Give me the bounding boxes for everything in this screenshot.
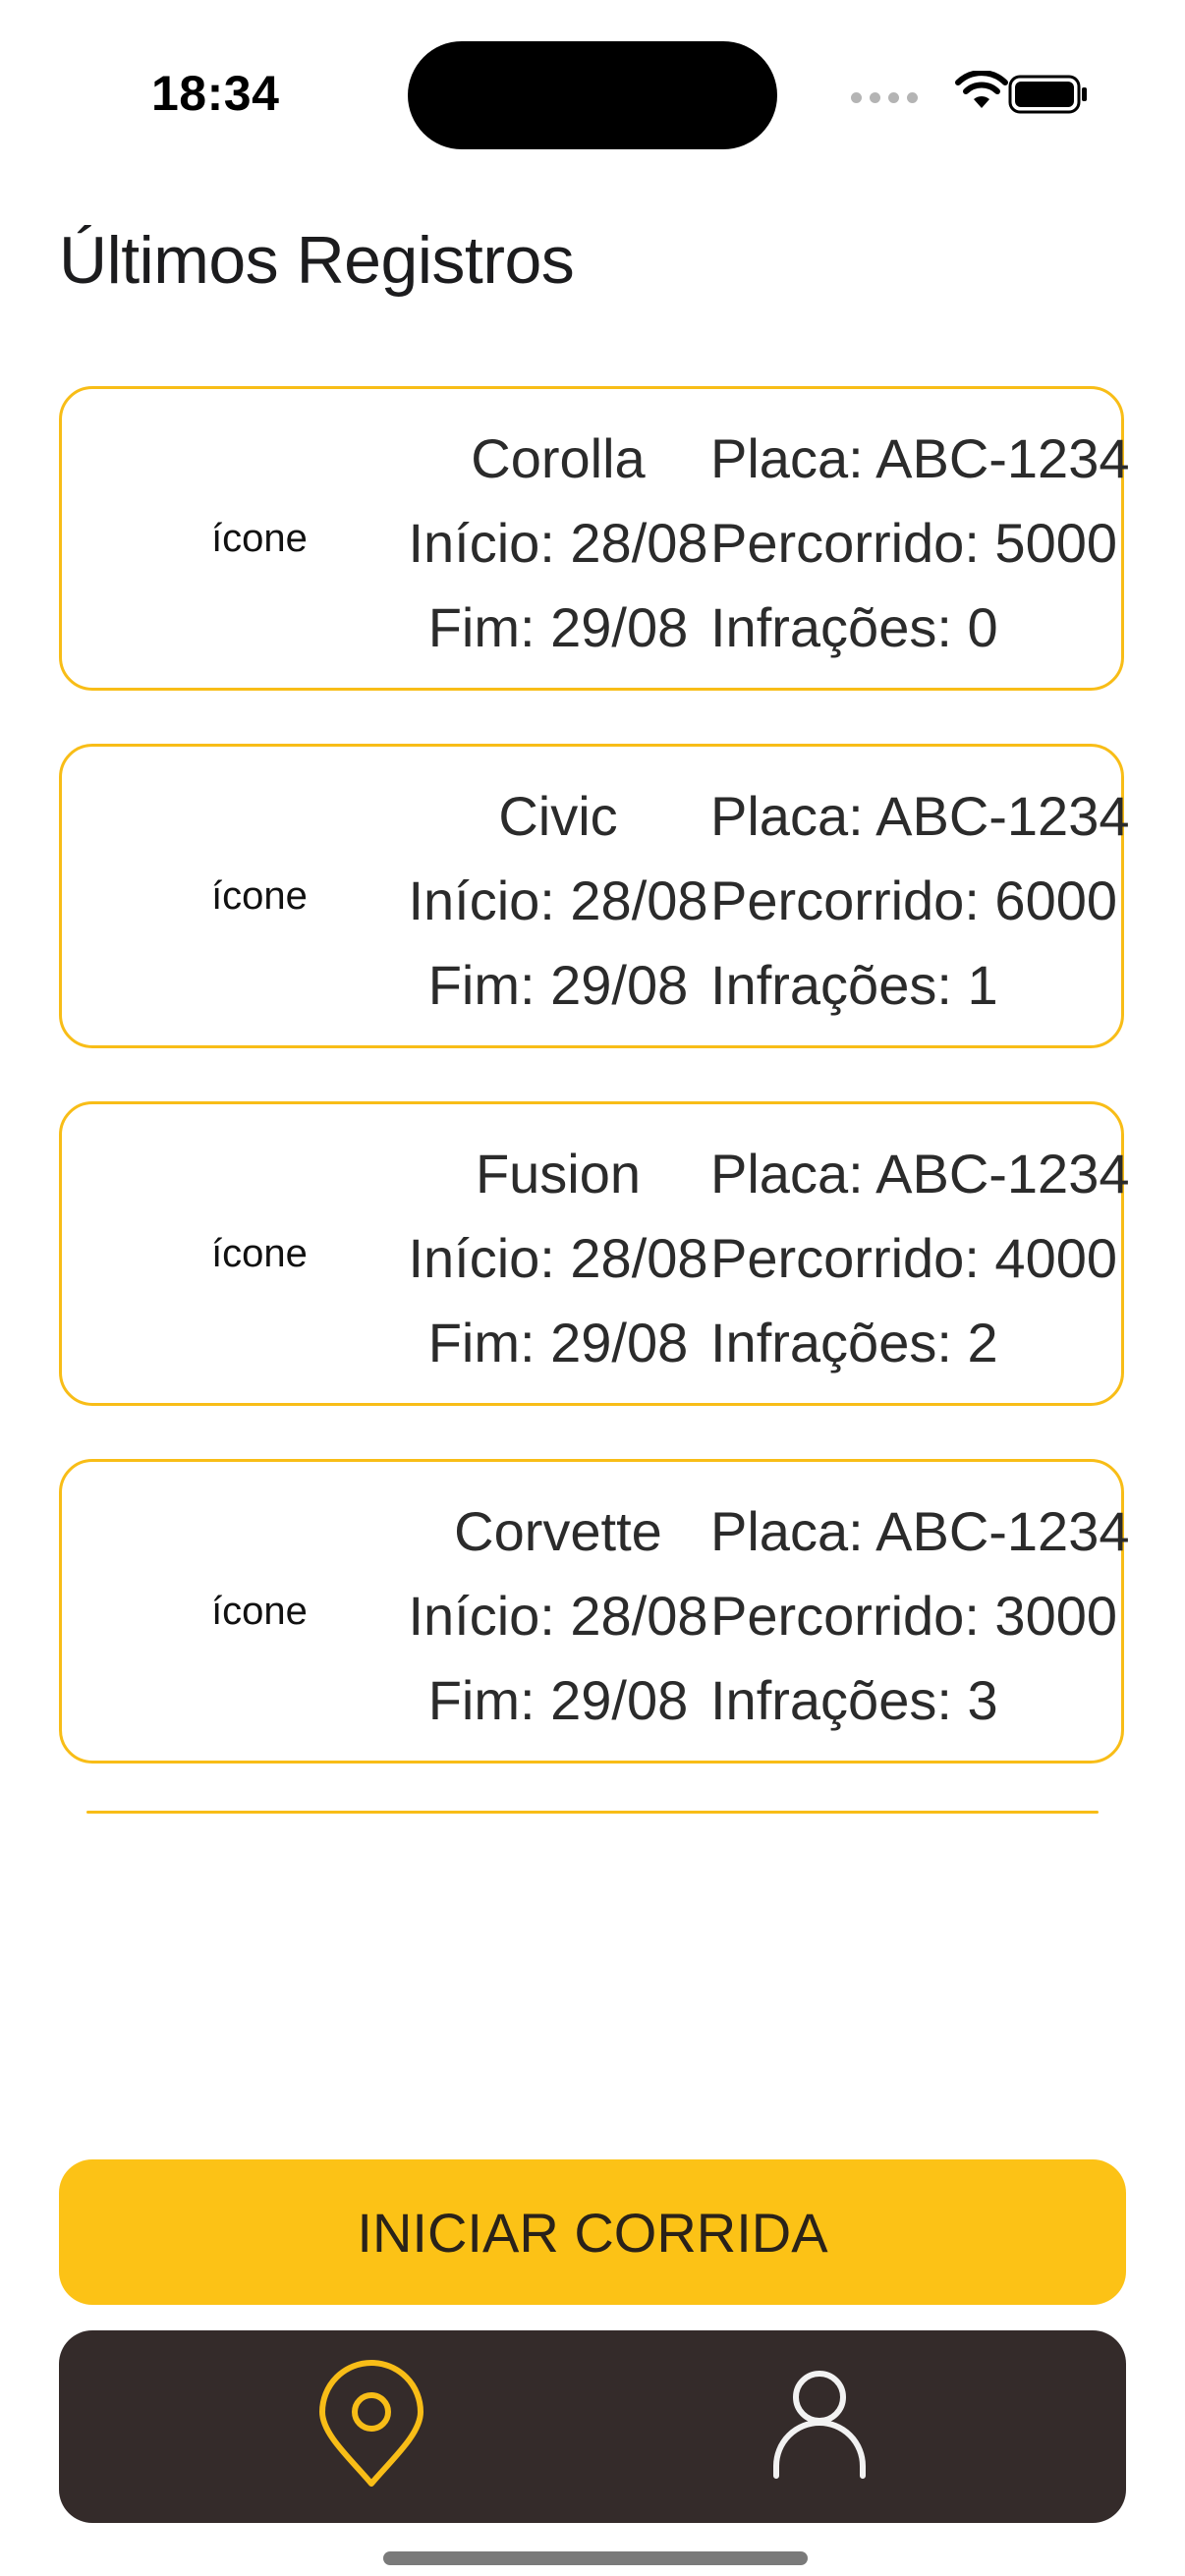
infractions-count: Infrações: 0 <box>710 596 998 658</box>
vehicle-icon-placeholder: ícone <box>211 873 308 918</box>
vehicle-icon-placeholder: ícone <box>211 1589 308 1633</box>
end-date: Fim: 29/08 <box>427 1312 689 1373</box>
start-date: Início: 28/08 <box>408 512 708 574</box>
end-date: Fim: 29/08 <box>427 596 689 658</box>
cellular-signal-icon <box>851 92 918 103</box>
distance-travelled: Percorrido: 4000 <box>710 1227 1118 1289</box>
record-info: Corolla Início: 28/08 Fim: 29/08 <box>347 417 769 670</box>
license-plate: Placa: ABC-1234 <box>710 785 1130 847</box>
start-ride-button[interactable]: INICIAR CORRIDA <box>59 2159 1126 2305</box>
vehicle-model: Fusion <box>475 1143 642 1204</box>
license-plate: Placa: ABC-1234 <box>710 427 1130 489</box>
dynamic-island <box>408 41 777 149</box>
record-card[interactable]: ícone Civic Início: 28/08 Fim: 29/08 Pla… <box>59 744 1129 1048</box>
page-title: Últimos Registros <box>59 223 575 298</box>
infractions-count: Infrações: 2 <box>710 1312 998 1373</box>
tab-bar <box>59 2330 1126 2523</box>
vehicle-model: Corolla <box>471 427 646 489</box>
wifi-icon <box>955 71 1008 108</box>
person-icon <box>773 2371 866 2479</box>
vehicle-icon-placeholder: ícone <box>211 1231 308 1275</box>
distance-travelled: Percorrido: 6000 <box>710 869 1118 931</box>
infractions-count: Infrações: 3 <box>710 1669 998 1731</box>
start-date: Início: 28/08 <box>408 1227 708 1289</box>
home-indicator <box>383 2551 808 2565</box>
infractions-count: Infrações: 1 <box>710 954 998 1016</box>
start-date: Início: 28/08 <box>408 869 708 931</box>
location-pin-icon <box>319 2360 423 2487</box>
license-plate: Placa: ABC-1234 <box>710 1500 1130 1562</box>
record-card[interactable]: ícone Fusion Início: 28/08 Fim: 29/08 Pl… <box>59 1101 1129 1406</box>
tab-profile[interactable] <box>721 2330 918 2523</box>
record-card-partial-edge <box>86 1811 1099 1814</box>
battery-icon <box>1008 75 1087 114</box>
record-info: Fusion Início: 28/08 Fim: 29/08 <box>347 1132 769 1385</box>
end-date: Fim: 29/08 <box>427 954 689 1016</box>
distance-travelled: Percorrido: 3000 <box>710 1585 1118 1647</box>
record-info: Corvette Início: 28/08 Fim: 29/08 <box>347 1489 769 1743</box>
distance-travelled: Percorrido: 5000 <box>710 512 1118 574</box>
vehicle-icon-placeholder: ícone <box>211 516 308 560</box>
record-card[interactable]: ícone Corolla Início: 28/08 Fim: 29/08 P… <box>59 386 1129 691</box>
vehicle-model: Civic <box>498 785 618 847</box>
record-card[interactable]: ícone Corvette Início: 28/08 Fim: 29/08 … <box>59 1459 1129 1764</box>
status-time: 18:34 <box>151 66 280 121</box>
record-details: Placa: ABC-1234 Percorrido: 5000 Infraçõ… <box>710 417 1129 670</box>
record-details: Placa: ABC-1234 Percorrido: 3000 Infraçõ… <box>710 1489 1129 1743</box>
record-details: Placa: ABC-1234 Percorrido: 6000 Infraçõ… <box>710 774 1129 1028</box>
license-plate: Placa: ABC-1234 <box>710 1143 1130 1204</box>
record-details: Placa: ABC-1234 Percorrido: 4000 Infraçõ… <box>710 1132 1129 1385</box>
start-date: Início: 28/08 <box>408 1585 708 1647</box>
end-date: Fim: 29/08 <box>427 1669 689 1731</box>
vehicle-model: Corvette <box>454 1500 662 1562</box>
record-info: Civic Início: 28/08 Fim: 29/08 <box>347 774 769 1028</box>
tab-map[interactable] <box>273 2330 470 2523</box>
